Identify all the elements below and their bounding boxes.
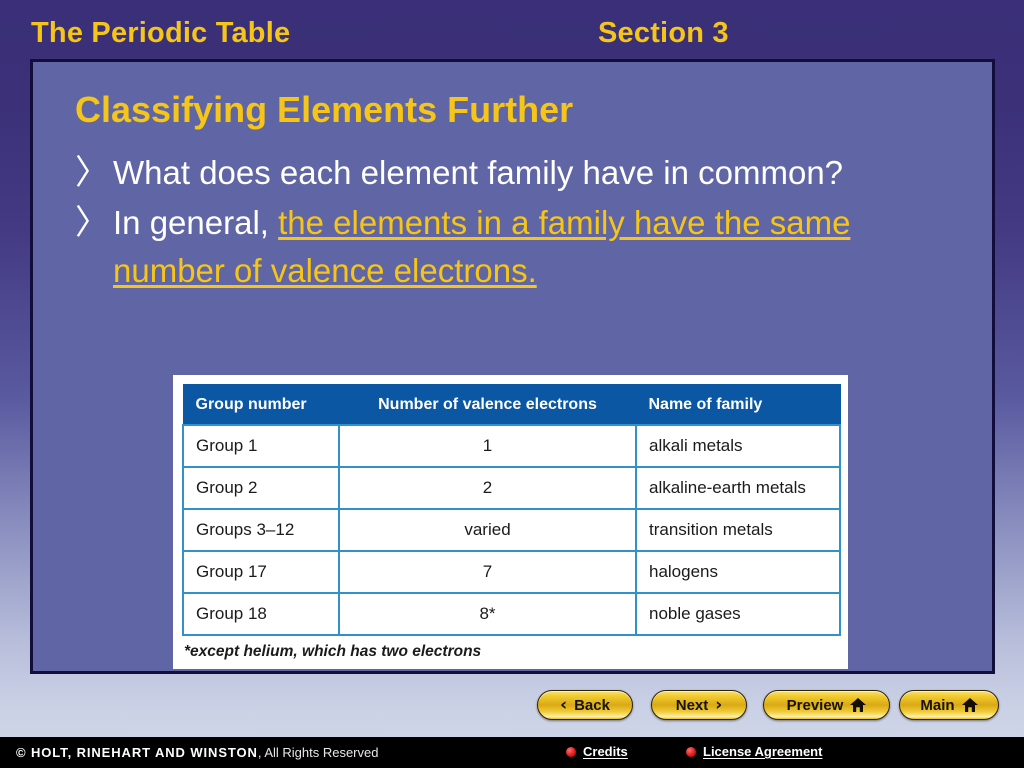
table-header-valence-electrons: Number of valence electrons: [338, 384, 637, 426]
bullet-text-question: What does each element family have in co…: [113, 149, 965, 197]
footer-bar: © HOLT, RINEHART AND WINSTON, All Rights…: [0, 737, 1024, 768]
table-row: Group 2 2 alkaline-earth metals: [182, 466, 841, 510]
cell-family: transition metals: [635, 508, 841, 552]
cell-group: Group 2: [182, 466, 340, 510]
cell-group: Group 17: [182, 550, 340, 594]
table-row: Group 1 1 alkali metals: [182, 424, 841, 468]
bullet-plain-text: In general,: [113, 204, 279, 241]
cell-family: alkaline-earth metals: [635, 466, 841, 510]
bullet-list: 〉 What does each element family have in …: [75, 149, 965, 297]
license-link-label: License Agreement: [703, 744, 823, 759]
red-bullet-icon: [566, 746, 576, 757]
copyright-publisher: © HOLT, RINEHART AND WINSTON: [16, 745, 258, 760]
cell-family: noble gases: [635, 592, 841, 636]
home-icon: [850, 698, 867, 712]
bullet-plain-text: What does each element family have in co…: [113, 154, 844, 191]
header-chapter-title: The Periodic Table: [31, 17, 291, 49]
slide-root: The Periodic Table Section 3 Classifying…: [0, 0, 1024, 768]
valence-table-frame: Group number Number of valence electrons…: [173, 375, 848, 669]
chevron-bullet-icon: 〉: [75, 153, 109, 193]
header-section-label: Section 3: [598, 17, 729, 49]
header-bar: The Periodic Table Section 3: [0, 0, 1024, 60]
bullet-text-answer: In general, the elements in a family hav…: [113, 199, 965, 295]
table-header-group-number: Group number: [182, 384, 340, 426]
list-item: 〉 What does each element family have in …: [75, 149, 965, 197]
cell-valence: 2: [338, 466, 637, 510]
table-row: Groups 3–12 varied transition metals: [182, 508, 841, 552]
main-button[interactable]: Main: [899, 690, 999, 720]
valence-electrons-table: Group number Number of valence electrons…: [182, 384, 841, 636]
copyright-notice: © HOLT, RINEHART AND WINSTON, All Rights…: [16, 745, 378, 760]
back-button-label: Back: [574, 696, 610, 714]
cell-valence: 1: [338, 424, 637, 468]
cell-family: alkali metals: [635, 424, 841, 468]
table-header-family-name: Name of family: [635, 384, 841, 426]
page-title: Classifying Elements Further: [75, 89, 574, 130]
copyright-rights: , All Rights Reserved: [257, 745, 379, 760]
back-button[interactable]: ‹ Back: [537, 690, 633, 720]
next-button[interactable]: Next ›: [651, 690, 747, 720]
cell-valence: 8*: [338, 592, 637, 636]
chevron-left-icon: ‹: [560, 694, 568, 715]
credits-link[interactable]: Credits: [566, 744, 628, 759]
table-header-row: Group number Number of valence electrons…: [182, 384, 841, 426]
preview-button[interactable]: Preview: [763, 690, 890, 720]
cell-group: Group 1: [182, 424, 340, 468]
next-button-label: Next: [675, 696, 709, 714]
red-bullet-icon: [686, 746, 696, 757]
list-item: 〉 In general, the elements in a family h…: [75, 199, 965, 295]
cell-group: Group 18: [182, 592, 340, 636]
chevron-right-icon: ›: [715, 694, 723, 715]
main-button-label: Main: [920, 696, 955, 714]
cell-valence: varied: [338, 508, 637, 552]
table-footnote: *except helium, which has two electrons: [184, 643, 482, 660]
table-row: Group 18 8* noble gases: [182, 592, 841, 636]
home-icon: [961, 698, 978, 712]
navigation-bar: ‹ Back Next › Preview Main: [0, 690, 1024, 726]
cell-valence: 7: [338, 550, 637, 594]
cell-family: halogens: [635, 550, 841, 594]
credits-link-label: Credits: [583, 744, 628, 759]
table-row: Group 17 7 halogens: [182, 550, 841, 594]
chevron-bullet-icon: 〉: [75, 203, 109, 243]
preview-button-label: Preview: [786, 696, 844, 714]
cell-group: Groups 3–12: [182, 508, 340, 552]
license-agreement-link[interactable]: License Agreement: [686, 744, 822, 759]
slide-content-panel: Classifying Elements Further 〉 What does…: [30, 59, 995, 674]
